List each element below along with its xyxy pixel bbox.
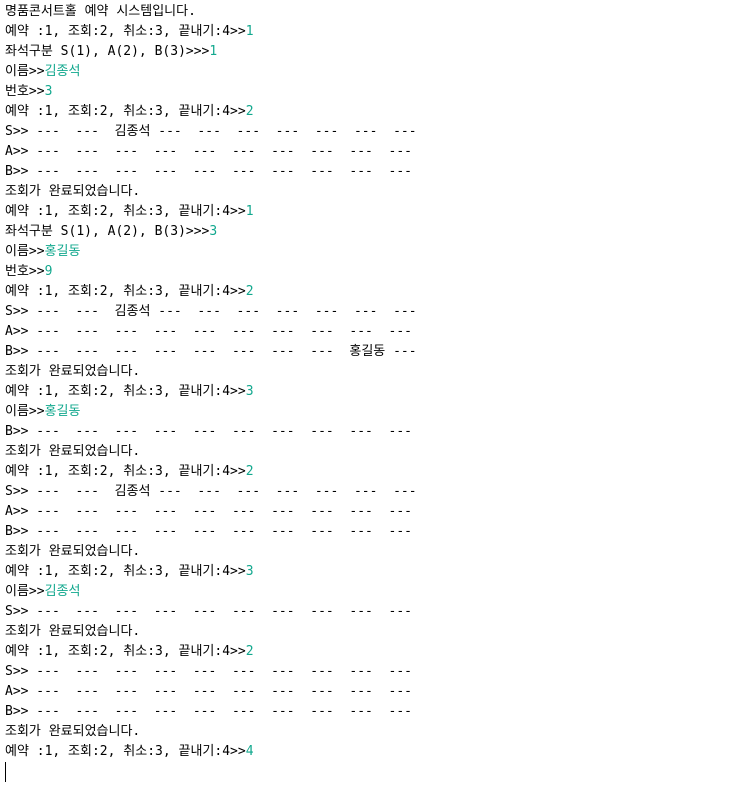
- console-user-input: 9: [44, 264, 53, 279]
- console-line: 예약 :1, 조회:2, 취소:3, 끝내기:4>>2: [5, 102, 743, 122]
- text-caret: [5, 762, 6, 782]
- console-output-text: A>> --- --- --- --- --- --- --- --- --- …: [5, 144, 412, 159]
- console-line: A>> --- --- --- --- --- --- --- --- --- …: [5, 142, 743, 162]
- console-line: 좌석구분 S(1), A(2), B(3)>>>3: [5, 222, 743, 242]
- console-user-input: 3: [209, 224, 218, 239]
- console-line: 조회가 완료되었습니다.: [5, 542, 743, 562]
- console-line: 예약 :1, 조회:2, 취소:3, 끝내기:4>>1: [5, 22, 743, 42]
- console-output-text: S>> --- --- 김종석 --- --- --- --- --- --- …: [5, 304, 417, 319]
- console-output-text: S>> --- --- --- --- --- --- --- --- --- …: [5, 664, 412, 679]
- console-user-input: 1: [209, 44, 218, 59]
- console-line: A>> --- --- --- --- --- --- --- --- --- …: [5, 502, 743, 522]
- console-line: 예약 :1, 조회:2, 취소:3, 끝내기:4>>2: [5, 462, 743, 482]
- console-line: 예약 :1, 조회:2, 취소:3, 끝내기:4>>2: [5, 282, 743, 302]
- console-line: S>> --- --- 김종석 --- --- --- --- --- --- …: [5, 302, 743, 322]
- console-line: 번호>>3: [5, 82, 743, 102]
- console-output-text: 예약 :1, 조회:2, 취소:3, 끝내기:4>>: [5, 644, 246, 659]
- console-user-input: 1: [245, 24, 254, 39]
- console-output-text: B>> --- --- --- --- --- --- --- --- --- …: [5, 424, 412, 439]
- console-user-input: 3: [44, 84, 53, 99]
- console-line: B>> --- --- --- --- --- --- --- --- --- …: [5, 422, 743, 442]
- console-output-text: 좌석구분 S(1), A(2), B(3)>>>: [5, 44, 210, 59]
- console-user-input: 4: [245, 744, 254, 759]
- console-line: B>> --- --- --- --- --- --- --- --- --- …: [5, 522, 743, 542]
- console-output-text: 번호>>: [5, 84, 45, 99]
- console-output-text: A>> --- --- --- --- --- --- --- --- --- …: [5, 324, 412, 339]
- console-user-input: 홍길동: [44, 244, 81, 259]
- console-output-text: B>> --- --- --- --- --- --- --- --- --- …: [5, 704, 412, 719]
- console-line: 이름>>김종석: [5, 582, 743, 602]
- console-output-text: 번호>>: [5, 264, 45, 279]
- console-output-text: B>> --- --- --- --- --- --- --- --- --- …: [5, 524, 412, 539]
- console-output-text: 조회가 완료되었습니다.: [5, 184, 141, 199]
- console-user-input: 2: [245, 464, 254, 479]
- console-line: 이름>>김종석: [5, 62, 743, 82]
- console-output-text: 예약 :1, 조회:2, 취소:3, 끝내기:4>>: [5, 564, 246, 579]
- console-line: S>> --- --- --- --- --- --- --- --- --- …: [5, 662, 743, 682]
- console-output-text: B>> --- --- --- --- --- --- --- --- 홍길동 …: [5, 344, 417, 359]
- console-output-text: S>> --- --- 김종석 --- --- --- --- --- --- …: [5, 124, 417, 139]
- console-line: 조회가 완료되었습니다.: [5, 182, 743, 202]
- console-line: 조회가 완료되었습니다.: [5, 622, 743, 642]
- console-output[interactable]: 명품콘서트홀 예약 시스템입니다. 예약 :1, 조회:2, 취소:3, 끝내기:…: [0, 0, 743, 797]
- console-line: 조회가 완료되었습니다.: [5, 722, 743, 742]
- console-output-text: A>> --- --- --- --- --- --- --- --- --- …: [5, 684, 412, 699]
- console-line: 이름>>홍길동: [5, 402, 743, 422]
- console-line: 예약 :1, 조회:2, 취소:3, 끝내기:4>>4: [5, 742, 743, 762]
- console-line: 번호>>9: [5, 262, 743, 282]
- console-user-input: 1: [245, 204, 254, 219]
- console-output-text: 예약 :1, 조회:2, 취소:3, 끝내기:4>>: [5, 384, 246, 399]
- console-output-text: 명품콘서트홀 예약 시스템입니다.: [5, 4, 196, 19]
- console-user-input: 3: [245, 564, 254, 579]
- console-user-input: 홍길동: [44, 404, 81, 419]
- console-output-text: S>> --- --- 김종석 --- --- --- --- --- --- …: [5, 484, 417, 499]
- console-output-text: 이름>>: [5, 64, 45, 79]
- console-line: S>> --- --- 김종석 --- --- --- --- --- --- …: [5, 482, 743, 502]
- console-output-text: 이름>>: [5, 584, 45, 599]
- console-output-text: 예약 :1, 조회:2, 취소:3, 끝내기:4>>: [5, 104, 246, 119]
- console-user-input: 김종석: [44, 584, 81, 599]
- console-output-text: 조회가 완료되었습니다.: [5, 724, 141, 739]
- console-line: 조회가 완료되었습니다.: [5, 362, 743, 382]
- console-output-text: 예약 :1, 조회:2, 취소:3, 끝내기:4>>: [5, 24, 246, 39]
- console-user-input: 2: [245, 644, 254, 659]
- console-output-text: 예약 :1, 조회:2, 취소:3, 끝내기:4>>: [5, 744, 246, 759]
- console-line: A>> --- --- --- --- --- --- --- --- --- …: [5, 682, 743, 702]
- console-user-input: 2: [245, 104, 254, 119]
- console-line: 예약 :1, 조회:2, 취소:3, 끝내기:4>>3: [5, 562, 743, 582]
- console-line: B>> --- --- --- --- --- --- --- --- --- …: [5, 162, 743, 182]
- console-input-line[interactable]: [5, 762, 743, 782]
- console-output-text: A>> --- --- --- --- --- --- --- --- --- …: [5, 504, 412, 519]
- console-line: 조회가 완료되었습니다.: [5, 442, 743, 462]
- console-output-text: S>> --- --- --- --- --- --- --- --- --- …: [5, 604, 412, 619]
- console-user-input: 김종석: [44, 64, 81, 79]
- console-output-text: 예약 :1, 조회:2, 취소:3, 끝내기:4>>: [5, 284, 246, 299]
- console-output-text: 이름>>: [5, 244, 45, 259]
- console-line: S>> --- --- --- --- --- --- --- --- --- …: [5, 602, 743, 622]
- console-output-text: 예약 :1, 조회:2, 취소:3, 끝내기:4>>: [5, 204, 246, 219]
- console-line: 예약 :1, 조회:2, 취소:3, 끝내기:4>>3: [5, 382, 743, 402]
- console-user-input: 3: [245, 384, 254, 399]
- console-output-text: 이름>>: [5, 404, 45, 419]
- console-output-text: 조회가 완료되었습니다.: [5, 364, 141, 379]
- console-line: 명품콘서트홀 예약 시스템입니다.: [5, 2, 743, 22]
- console-output-text: B>> --- --- --- --- --- --- --- --- --- …: [5, 164, 412, 179]
- console-output-text: 좌석구분 S(1), A(2), B(3)>>>: [5, 224, 210, 239]
- console-output-text: 조회가 완료되었습니다.: [5, 624, 141, 639]
- console-user-input: 2: [245, 284, 254, 299]
- console-line: B>> --- --- --- --- --- --- --- --- --- …: [5, 702, 743, 722]
- console-output-text: 예약 :1, 조회:2, 취소:3, 끝내기:4>>: [5, 464, 246, 479]
- console-line: B>> --- --- --- --- --- --- --- --- 홍길동 …: [5, 342, 743, 362]
- console-line: S>> --- --- 김종석 --- --- --- --- --- --- …: [5, 122, 743, 142]
- console-output-text: 조회가 완료되었습니다.: [5, 544, 141, 559]
- console-line: 이름>>홍길동: [5, 242, 743, 262]
- console-line: A>> --- --- --- --- --- --- --- --- --- …: [5, 322, 743, 342]
- console-line: 예약 :1, 조회:2, 취소:3, 끝내기:4>>1: [5, 202, 743, 222]
- console-output-text: 조회가 완료되었습니다.: [5, 444, 141, 459]
- console-line: 예약 :1, 조회:2, 취소:3, 끝내기:4>>2: [5, 642, 743, 662]
- console-line: 좌석구분 S(1), A(2), B(3)>>>1: [5, 42, 743, 62]
